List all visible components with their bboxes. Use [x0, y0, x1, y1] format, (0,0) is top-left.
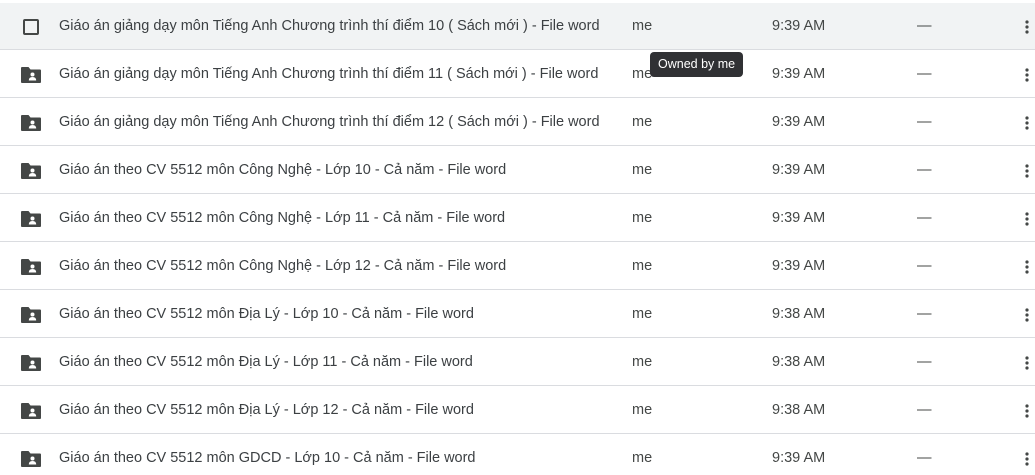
shared-folder-icon [20, 147, 42, 194]
file-owner: me [632, 402, 653, 418]
file-modified: 9:38 AM [772, 306, 826, 322]
file-modified: 9:39 AM [772, 162, 826, 178]
more-vert-icon[interactable] [1018, 435, 1035, 475]
file-row[interactable]: Giáo án theo CV 5512 môn Địa Lý - Lớp 10… [0, 291, 1035, 338]
file-row[interactable]: Giáo án giảng dạy môn Tiếng Anh Chương t… [0, 3, 1035, 50]
more-vert-icon[interactable] [1018, 3, 1035, 50]
file-row[interactable]: Giáo án giảng dạy môn Tiếng Anh Chương t… [0, 51, 1035, 98]
shared-folder-icon [20, 339, 42, 386]
file-list: Giáo án giảng dạy môn Tiếng Anh Chương t… [0, 0, 1035, 475]
file-row[interactable]: Giáo án theo CV 5512 môn Công Nghệ - Lớp… [0, 147, 1035, 194]
more-vert-icon[interactable] [1018, 147, 1035, 194]
file-name[interactable]: Giáo án theo CV 5512 môn Địa Lý - Lớp 10… [59, 291, 474, 338]
shared-folder-icon [20, 435, 42, 475]
shared-folder-icon [20, 99, 42, 146]
shared-folder-icon [20, 243, 42, 290]
file-name[interactable]: Giáo án giảng dạy môn Tiếng Anh Chương t… [59, 51, 598, 98]
more-vert-icon[interactable] [1018, 243, 1035, 290]
file-modified: 9:39 AM [772, 258, 826, 274]
owner-tooltip: Owned by me [650, 52, 744, 77]
more-vert-icon[interactable] [1018, 51, 1035, 98]
file-owner: me [632, 450, 653, 466]
file-size: — [917, 450, 932, 466]
file-size: — [917, 306, 932, 322]
shared-folder-icon [20, 291, 42, 338]
file-row[interactable]: Giáo án theo CV 5512 môn Địa Lý - Lớp 11… [0, 339, 1035, 386]
file-name[interactable]: Giáo án theo CV 5512 môn Địa Lý - Lớp 12… [59, 387, 474, 434]
file-row[interactable]: Giáo án theo CV 5512 môn Công Nghệ - Lớp… [0, 243, 1035, 290]
file-owner: me [632, 18, 653, 34]
file-name[interactable]: Giáo án theo CV 5512 môn Địa Lý - Lớp 11… [59, 339, 473, 386]
file-size: — [917, 18, 932, 34]
file-size: — [917, 114, 932, 130]
file-size: — [917, 402, 932, 418]
file-modified: 9:39 AM [772, 66, 826, 82]
more-vert-icon[interactable] [1018, 99, 1035, 146]
file-modified: 9:39 AM [772, 210, 826, 226]
more-vert-icon[interactable] [1018, 339, 1035, 386]
more-vert-icon[interactable] [1018, 291, 1035, 338]
file-name[interactable]: Giáo án theo CV 5512 môn Công Nghệ - Lớp… [59, 195, 505, 242]
file-owner: me [632, 162, 653, 178]
file-owner: me [632, 258, 653, 274]
file-modified: 9:38 AM [772, 354, 826, 370]
file-name[interactable]: Giáo án giảng dạy môn Tiếng Anh Chương t… [59, 99, 600, 146]
file-owner: me [632, 114, 653, 130]
file-modified: 9:39 AM [772, 450, 826, 466]
file-name[interactable]: Giáo án theo CV 5512 môn GDCD - Lớp 10 -… [59, 435, 476, 475]
file-size: — [917, 258, 932, 274]
file-row[interactable]: Giáo án theo CV 5512 môn Công Nghệ - Lớp… [0, 195, 1035, 242]
file-size: — [917, 210, 932, 226]
file-name[interactable]: Giáo án theo CV 5512 môn Công Nghệ - Lớp… [59, 147, 506, 194]
file-size: — [917, 354, 932, 370]
file-name[interactable]: Giáo án giảng dạy môn Tiếng Anh Chương t… [59, 3, 600, 50]
more-vert-icon[interactable] [1018, 195, 1035, 242]
file-row[interactable]: Giáo án giảng dạy môn Tiếng Anh Chương t… [0, 99, 1035, 146]
file-modified: 9:39 AM [772, 114, 826, 130]
file-modified: 9:39 AM [772, 18, 826, 34]
more-vert-icon[interactable] [1018, 387, 1035, 434]
checkbox-icon[interactable] [20, 3, 42, 50]
shared-folder-icon [20, 195, 42, 242]
file-modified: 9:38 AM [772, 402, 826, 418]
file-name[interactable]: Giáo án theo CV 5512 môn Công Nghệ - Lớp… [59, 243, 506, 290]
shared-folder-icon [20, 51, 42, 98]
file-size: — [917, 66, 932, 82]
file-row[interactable]: Giáo án theo CV 5512 môn Địa Lý - Lớp 12… [0, 387, 1035, 434]
shared-folder-icon [20, 387, 42, 434]
file-owner: me [632, 306, 653, 322]
file-owner: me [632, 210, 653, 226]
file-owner: me [632, 354, 653, 370]
file-size: — [917, 162, 932, 178]
file-row[interactable]: Giáo án theo CV 5512 môn GDCD - Lớp 10 -… [0, 435, 1035, 475]
